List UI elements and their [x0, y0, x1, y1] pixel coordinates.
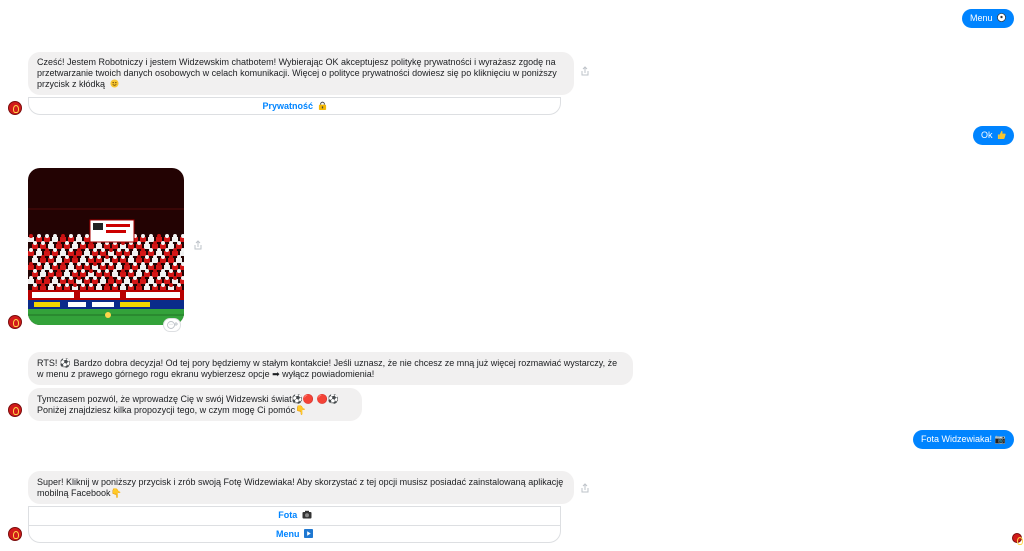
soccer-ball-icon	[997, 10, 1006, 22]
outgoing-message-text: Ok	[981, 130, 993, 140]
bot-avatar-icon[interactable]	[8, 101, 22, 115]
outgoing-message-menu: Menu	[962, 9, 1015, 28]
stadium-crowd-image[interactable]	[28, 168, 184, 325]
share-icon[interactable]	[580, 483, 590, 493]
incoming-message-rts: RTS! ⚽ Bardzo dobra decyzja! Od tej pory…	[28, 352, 633, 385]
outgoing-message-text: Fota Widzewiaka! 📷	[921, 434, 1006, 444]
message-text: Super! Kliknij w poniższy przycisk i zró…	[37, 477, 564, 498]
seen-avatar-icon	[1012, 533, 1023, 545]
menu-button-label: Menu	[275, 529, 300, 539]
thumbs-up-icon	[997, 127, 1006, 139]
privacy-button[interactable]: Prywatność	[29, 101, 560, 111]
bot-avatar-icon[interactable]	[8, 315, 22, 329]
lock-with-key-icon	[318, 101, 327, 110]
message-text-line-1: Tymczasem pozwól, że wprowadzę Cię w swó…	[37, 394, 339, 404]
incoming-message-intro: Cześć! Jestem Robotniczy i jestem Widzew…	[28, 52, 574, 95]
quick-reply-buttons: Fota Menu	[28, 506, 561, 543]
message-text-line-2: Poniżej znajdziesz kilka propozycji tego…	[37, 405, 307, 415]
privacy-button-container: Prywatność	[28, 97, 561, 115]
grinning-face-icon	[109, 79, 119, 88]
fota-button[interactable]: Fota	[29, 510, 560, 520]
add-reaction-icon[interactable]	[163, 318, 181, 332]
bot-avatar-icon[interactable]	[8, 527, 22, 541]
camera-icon	[302, 510, 312, 519]
bot-avatar-icon[interactable]	[8, 403, 22, 417]
outgoing-message-text: Menu	[970, 13, 993, 23]
outgoing-message-ok: Ok	[973, 126, 1015, 145]
play-button-icon	[304, 529, 313, 538]
share-icon[interactable]	[193, 240, 203, 250]
fota-button-label: Fota	[278, 510, 298, 520]
outgoing-message-fota: Fota Widzewiaka! 📷	[913, 430, 1014, 449]
incoming-message-welcome: Tymczasem pozwól, że wprowadzę Cię w swó…	[28, 388, 362, 421]
button-divider	[29, 525, 560, 526]
share-icon[interactable]	[580, 66, 590, 76]
privacy-button-label: Prywatność	[262, 101, 313, 111]
menu-button[interactable]: Menu	[29, 529, 560, 539]
incoming-message-super: Super! Kliknij w poniższy przycisk i zró…	[28, 471, 574, 504]
message-text: RTS! ⚽ Bardzo dobra decyzja! Od tej pory…	[37, 358, 618, 379]
